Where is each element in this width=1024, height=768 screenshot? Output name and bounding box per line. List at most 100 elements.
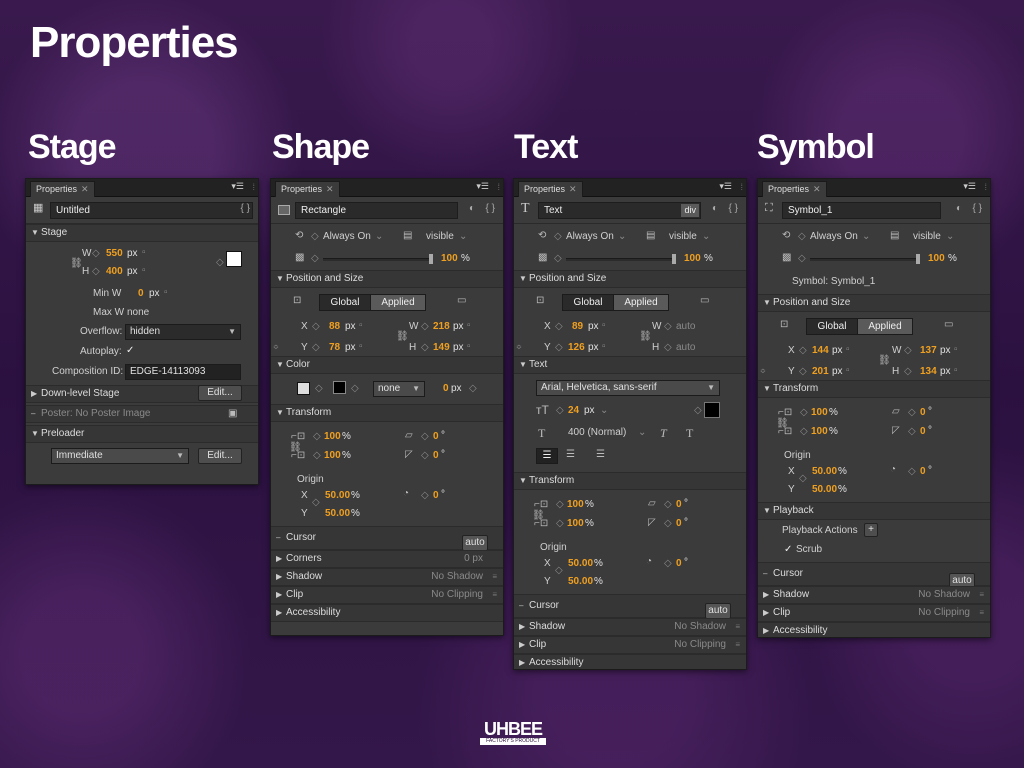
font-weight-icon[interactable]: T: [538, 426, 545, 441]
collapse-stub-icon[interactable]: ≎: [760, 368, 766, 376]
layout-preset-icon[interactable]: ▭: [457, 295, 466, 306]
applied-toggle[interactable]: Applied: [613, 294, 669, 311]
align-left-icon[interactable]: ☰: [536, 448, 558, 464]
applied-toggle[interactable]: Applied: [857, 318, 913, 335]
close-icon[interactable]: ✕: [326, 184, 334, 194]
section-shadow[interactable]: ▶ Shadow No Shadow ≡: [271, 568, 503, 586]
element-name-input[interactable]: Rectangle: [295, 202, 458, 219]
opacity-slider[interactable]: [323, 254, 433, 264]
autoplay-checkbox[interactable]: ✓: [126, 345, 134, 356]
fill-color-swatch[interactable]: [297, 382, 310, 395]
cursor-auto-button[interactable]: auto: [705, 603, 731, 619]
close-icon[interactable]: ✕: [569, 184, 577, 194]
element-name-input[interactable]: Untitled: [50, 202, 253, 219]
preloader-edit-button[interactable]: Edit...: [198, 448, 242, 464]
skew-x-icon[interactable]: ▱: [648, 498, 656, 509]
rotate-icon[interactable]: ◔: [646, 556, 652, 567]
scrub-checkbox[interactable]: ✓: [784, 544, 792, 555]
font-family-dropdown[interactable]: Arial, Helvetica, sans-serif ▼: [536, 380, 720, 396]
overflow-icon[interactable]: ▤: [403, 230, 412, 241]
panel-menu-icon[interactable]: ▾☰: [476, 181, 489, 192]
applied-toggle[interactable]: Applied: [370, 294, 426, 311]
opacity-slider[interactable]: [810, 254, 920, 264]
section-corners[interactable]: ▶ Corners 0 px: [271, 550, 503, 568]
scale-x-icon[interactable]: ⌐⊡: [291, 431, 305, 442]
properties-tab[interactable]: Properties ✕: [30, 181, 95, 197]
section-playback[interactable]: ▼ Playback: [758, 502, 990, 520]
grip-icon[interactable]: ⁞: [740, 182, 743, 192]
section-shadow[interactable]: ▶ Shadow No Shadow ≡: [514, 618, 746, 636]
section-position-size[interactable]: ▼ Position and Size: [514, 270, 746, 288]
skew-y-icon[interactable]: ◸: [405, 449, 413, 460]
origin-point-icon[interactable]: ⊡: [293, 295, 301, 306]
link-dimensions-icon[interactable]: ⛓: [396, 331, 409, 342]
display-icon[interactable]: ⟲: [538, 230, 546, 241]
section-accessibility[interactable]: ▶ Accessibility: [271, 604, 503, 622]
overflow-dropdown[interactable]: hidden ▼: [125, 324, 241, 340]
close-icon[interactable]: ✕: [81, 184, 89, 194]
code-braces-icon[interactable]: { }: [241, 203, 250, 214]
section-shadow[interactable]: ▶ Shadow No Shadow ≡: [758, 586, 990, 604]
border-style-dropdown[interactable]: none ▼: [373, 381, 425, 397]
italic-icon[interactable]: T: [660, 426, 667, 441]
scale-y-icon[interactable]: ⌐⊡: [778, 426, 792, 437]
code-braces-icon[interactable]: { }: [973, 203, 982, 214]
panel-menu-icon[interactable]: ▾☰: [719, 181, 732, 192]
image-icon[interactable]: ▣: [228, 408, 237, 419]
properties-tab[interactable]: Properties ✕: [275, 181, 340, 197]
global-toggle[interactable]: Global: [562, 294, 614, 311]
close-icon[interactable]: ✕: [813, 184, 821, 194]
grip-icon[interactable]: ⁞: [984, 182, 987, 192]
element-name-input[interactable]: Text div: [538, 202, 701, 219]
scale-y-icon[interactable]: ⌐⊡: [534, 518, 548, 529]
section-clip[interactable]: ▶ Clip No Clipping ≡: [514, 636, 746, 654]
section-transform[interactable]: ▼ Transform: [758, 380, 990, 398]
section-text[interactable]: ▼ Text: [514, 356, 746, 374]
grip-icon[interactable]: ⁞: [252, 182, 255, 192]
composition-id-field[interactable]: EDGE-14113093: [125, 364, 241, 380]
layout-preset-icon[interactable]: ▭: [700, 295, 709, 306]
scale-y-icon[interactable]: ⌐⊡: [291, 450, 305, 461]
rotate-icon[interactable]: ◔: [890, 464, 896, 475]
align-right-icon[interactable]: ☰: [596, 449, 605, 460]
tag-dropdown[interactable]: div: [681, 204, 699, 217]
display-icon[interactable]: ⟲: [782, 230, 790, 241]
text-color-swatch[interactable]: [704, 402, 720, 418]
code-braces-icon[interactable]: { }: [729, 203, 738, 214]
collapse-stub-icon[interactable]: ≎: [516, 344, 522, 352]
rotate-icon[interactable]: ◔: [403, 488, 409, 499]
skew-y-icon[interactable]: ◸: [648, 517, 656, 528]
downlevel-edit-button[interactable]: Edit...: [198, 385, 242, 401]
origin-point-icon[interactable]: ⊡: [536, 295, 544, 306]
collapse-stub-icon[interactable]: ≎: [273, 344, 279, 352]
scale-x-icon[interactable]: ⌐⊡: [778, 407, 792, 418]
properties-tab[interactable]: Properties ✕: [518, 181, 583, 197]
font-size-icon[interactable]: тT: [536, 403, 549, 417]
section-stage[interactable]: ▼ Stage: [26, 224, 258, 242]
code-braces-icon[interactable]: { }: [486, 203, 495, 214]
overflow-icon[interactable]: ▤: [646, 230, 655, 241]
add-playback-action-button[interactable]: +: [864, 523, 878, 537]
section-clip[interactable]: ▶ Clip No Clipping ≡: [758, 604, 990, 622]
link-dimensions-icon[interactable]: ⛓: [878, 355, 891, 366]
global-toggle[interactable]: Global: [806, 318, 858, 335]
section-position-size[interactable]: ▼ Position and Size: [758, 294, 990, 312]
text-style-icon[interactable]: T: [686, 426, 693, 441]
background-color-swatch[interactable]: [226, 251, 242, 267]
section-color[interactable]: ▼ Color: [271, 356, 503, 374]
panel-menu-icon[interactable]: ▾☰: [231, 181, 244, 192]
preloader-dropdown[interactable]: Immediate ▼: [51, 448, 189, 464]
link-dimensions-icon[interactable]: ⛓: [70, 258, 83, 269]
align-center-icon[interactable]: ☰: [566, 449, 575, 460]
section-accessibility[interactable]: ▶ Accessibility: [514, 654, 746, 669]
origin-point-icon[interactable]: ⊡: [780, 319, 788, 330]
opacity-slider[interactable]: [566, 254, 676, 264]
scale-x-icon[interactable]: ⌐⊡: [534, 499, 548, 510]
skew-x-icon[interactable]: ▱: [892, 406, 900, 417]
opacity-icon[interactable]: ▩: [782, 252, 791, 263]
opacity-icon[interactable]: ▩: [295, 252, 304, 263]
class-icon[interactable]: ◐: [712, 203, 718, 214]
section-preloader[interactable]: ▼ Preloader: [26, 425, 258, 443]
layout-preset-icon[interactable]: ▭: [944, 319, 953, 330]
properties-tab[interactable]: Properties ✕: [762, 181, 827, 197]
